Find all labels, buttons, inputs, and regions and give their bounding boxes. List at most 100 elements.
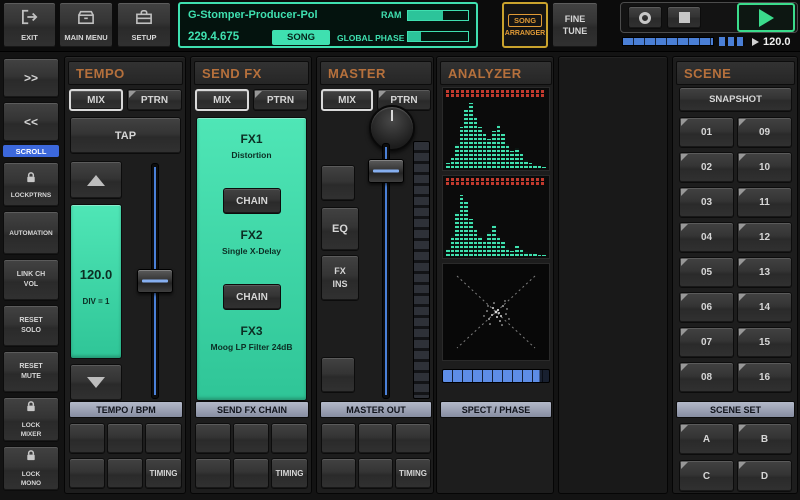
- tempo-section: TEMPO MIX PTRN TAP 120.0 DIV = 1 TEMPO /…: [64, 56, 186, 494]
- link-ch-vol-button[interactable]: LINK CH VOL: [3, 259, 59, 301]
- pad-button[interactable]: [233, 458, 269, 489]
- scene-slot-button[interactable]: 08: [679, 362, 734, 393]
- record-button[interactable]: [628, 6, 662, 29]
- automation-button[interactable]: AUTOMATION: [3, 211, 59, 255]
- exit-button[interactable]: EXIT: [3, 2, 56, 48]
- scene-slot-button[interactable]: 02: [679, 152, 734, 183]
- ram-meter-fill: [408, 11, 443, 20]
- lock-mono-button[interactable]: LOCK MONO: [3, 446, 59, 491]
- master-section: MASTER MIX PTRN EQ FX INS MASTER OUT TIM…: [316, 56, 434, 494]
- timing-button[interactable]: TIMING: [271, 458, 308, 489]
- scene-slot-button[interactable]: 01: [679, 117, 734, 148]
- tempo-mix-tab[interactable]: MIX: [69, 89, 123, 111]
- lock-icon: [25, 400, 37, 418]
- scene-slot-button[interactable]: 13: [737, 257, 792, 288]
- pad-button[interactable]: [358, 458, 393, 489]
- pad-button[interactable]: [233, 423, 269, 454]
- ram-meter: [407, 10, 469, 21]
- scene-set-b-button[interactable]: B: [737, 423, 792, 455]
- reset-solo-button[interactable]: RESET SOLO: [3, 305, 59, 347]
- tempo-down-button[interactable]: [70, 364, 122, 401]
- chain-button-1[interactable]: CHAIN: [223, 188, 281, 214]
- song-mode-badge[interactable]: SONG: [272, 30, 330, 45]
- fx-insert-button[interactable]: FX INS: [321, 255, 359, 301]
- scene-slot-button[interactable]: 14: [737, 292, 792, 323]
- scene-slot-button[interactable]: 15: [737, 327, 792, 358]
- pad-button[interactable]: [195, 423, 231, 454]
- analyzer-footer-label: SPECT / PHASE: [440, 401, 552, 418]
- lock-mixer-label: LOCK MIXER: [15, 421, 47, 439]
- reset-mute-button[interactable]: RESET MUTE: [3, 351, 59, 393]
- sendfx-ptrn-tab[interactable]: PTRN: [253, 89, 308, 111]
- pad-button[interactable]: [321, 423, 356, 454]
- scene-set-a-button[interactable]: A: [679, 423, 734, 455]
- scene-slot-button[interactable]: 09: [737, 117, 792, 148]
- scene-slot-button[interactable]: 07: [679, 327, 734, 358]
- master-mix-tab[interactable]: MIX: [321, 89, 373, 111]
- lock-mixer-button[interactable]: LOCK MIXER: [3, 397, 59, 442]
- scene-slot-button[interactable]: 05: [679, 257, 734, 288]
- scene-set-d-button[interactable]: D: [737, 460, 792, 492]
- scene-slot-button[interactable]: 10: [737, 152, 792, 183]
- pad-button[interactable]: [395, 423, 431, 454]
- spectrum-display-2-bars-host: [442, 175, 550, 259]
- song-badge-label: SONG: [287, 32, 315, 43]
- mode-song-label: SONG: [508, 14, 542, 27]
- pad-button[interactable]: [321, 357, 355, 393]
- timing-button[interactable]: TIMING: [395, 458, 431, 489]
- pad-button[interactable]: [107, 458, 143, 489]
- mode-arranger-label: ARRANGER: [505, 30, 545, 37]
- pad-button[interactable]: [321, 458, 356, 489]
- song-arranger-button[interactable]: SONG ARRANGER: [502, 2, 548, 48]
- scene-slot-button[interactable]: 04: [679, 222, 734, 253]
- pad-button[interactable]: [195, 458, 231, 489]
- song-progress-bar[interactable]: [622, 37, 714, 46]
- lock-patterns-button[interactable]: LOCKPTRNS: [3, 162, 59, 207]
- fx2-name: FX2: [197, 228, 306, 242]
- scene-set-label: SCENE SET: [676, 401, 795, 418]
- tempo-up-button[interactable]: [70, 161, 122, 199]
- tempo-header: TEMPO: [68, 61, 183, 85]
- tempo-fader[interactable]: [129, 161, 181, 401]
- setup-button[interactable]: SETUP: [117, 2, 171, 48]
- pad-button[interactable]: [69, 423, 105, 454]
- timing-button[interactable]: TIMING: [145, 458, 182, 489]
- pad-button[interactable]: [107, 423, 143, 454]
- main-menu-button[interactable]: MAIN MENU: [59, 2, 113, 48]
- tap-button[interactable]: TAP: [70, 117, 181, 154]
- snapshot-button[interactable]: SNAPSHOT: [679, 87, 792, 112]
- scene-set-c-button[interactable]: C: [679, 460, 734, 492]
- scene-slot-button[interactable]: 12: [737, 222, 792, 253]
- scene-slot-button[interactable]: 11: [737, 187, 792, 218]
- master-fader-handle[interactable]: [368, 159, 404, 183]
- pad-button[interactable]: [271, 423, 308, 454]
- eq-button[interactable]: EQ: [321, 207, 359, 251]
- pad-button[interactable]: [321, 165, 355, 201]
- analyzer-header: ANALYZER: [440, 61, 552, 85]
- pad-button[interactable]: [145, 423, 182, 454]
- empty-channel-area: [558, 56, 668, 494]
- tempo-bpm-display[interactable]: 120.0 DIV = 1: [70, 204, 122, 359]
- exit-icon: [20, 9, 40, 30]
- phase-scope-graphic: [443, 264, 549, 360]
- analyzer-level-bar: [442, 369, 550, 383]
- chain-button-2[interactable]: CHAIN: [223, 284, 281, 310]
- scene-slot-button[interactable]: 16: [737, 362, 792, 393]
- master-fader[interactable]: [363, 141, 409, 401]
- tempo-ptrn-tab[interactable]: PTRN: [127, 89, 182, 111]
- record-icon: [639, 12, 651, 24]
- sendfx-mix-tab[interactable]: MIX: [195, 89, 249, 111]
- tempo-fader-handle[interactable]: [137, 269, 173, 293]
- stop-button[interactable]: [667, 6, 701, 29]
- scene-slot-button[interactable]: 06: [679, 292, 734, 323]
- scene-slot-button[interactable]: 03: [679, 187, 734, 218]
- play-button[interactable]: [737, 3, 795, 32]
- g-stomper-producer-app: EXIT MAIN MENU SETUP G-Stomper-Producer-…: [0, 0, 800, 500]
- scroll-right-button[interactable]: >>: [3, 58, 59, 98]
- scroll-left-button[interactable]: <<: [3, 102, 59, 142]
- master-footer-label: MASTER OUT: [320, 401, 432, 418]
- pad-button[interactable]: [69, 458, 105, 489]
- pad-button[interactable]: [358, 423, 393, 454]
- sendfx-header: SEND FX: [194, 61, 309, 85]
- fine-tune-button[interactable]: FINE TUNE: [552, 2, 598, 48]
